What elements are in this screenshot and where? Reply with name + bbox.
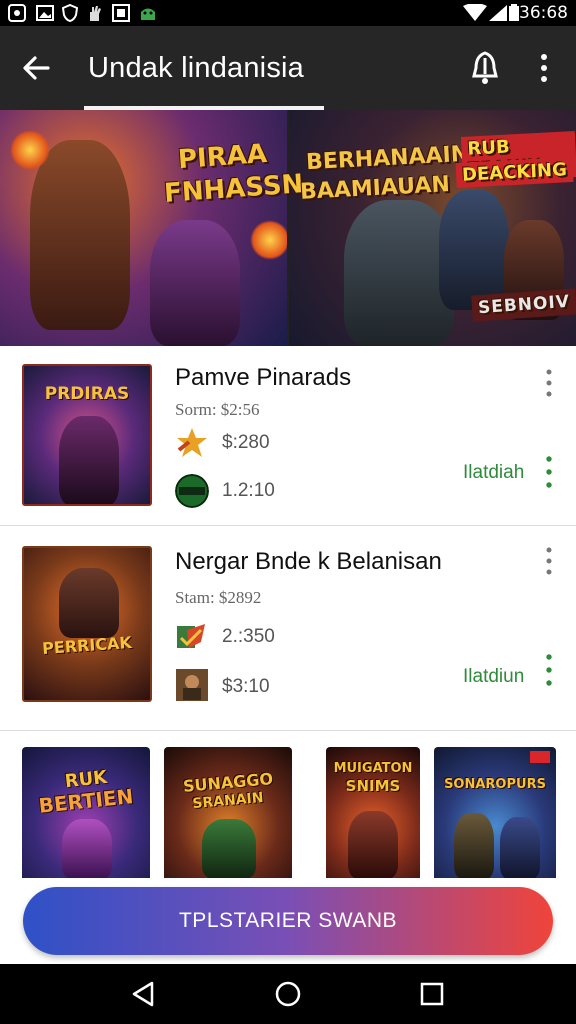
hero-figure [62,819,112,878]
photo-icon [112,4,130,22]
fire-effect [10,130,50,170]
image-icon [36,5,54,21]
hero-figure [500,817,540,878]
game-card[interactable]: RUK BERTIEN [22,747,150,878]
publisher-logo-icon [175,474,209,508]
game-subtitle: Stam: $2892 [175,588,262,607]
game-card[interactable]: MUIGATON SNIMS [326,747,420,878]
system-nav-bar [0,964,576,1024]
hero-figure [59,416,119,504]
bell-icon[interactable] [468,50,502,86]
game-title[interactable]: Nergar Bnde k Belanisan [175,548,442,576]
thumbnail-title: PERRICAK [41,632,133,659]
hero-figure [439,190,509,310]
card-title: SNIMS [345,777,401,795]
card-title: SONAROPURS [444,777,546,792]
game-price: $:280 [222,432,270,453]
cta-container: TPLSTARIER SWANB [0,878,576,964]
primary-action-label: TPLSTARIER SWANB [178,909,398,932]
overflow-menu-icon[interactable] [542,368,556,398]
overflow-menu-icon[interactable] [542,546,556,576]
badge-icon [530,751,550,763]
star-burst-icon [177,428,207,457]
page-title: Undak lindanisia [88,52,304,84]
list-item[interactable]: PERRICAK Nergar Bnde k Belanisan Stam: $… [0,526,576,731]
hero-figure [59,568,119,638]
game-card-carousel[interactable]: RUK BERTIEN SUNAGGO SRANAIN MUIGATON SNI… [0,733,576,878]
publisher-logo-icon [176,669,208,701]
hero-figure [454,813,494,878]
game-thumbnail[interactable]: PRDIRAS [22,364,152,506]
install-button[interactable]: Ilatdiun [463,666,524,688]
back-triangle-icon[interactable] [128,978,160,1010]
game-card[interactable]: SUNAGGO SRANAIN [164,747,292,878]
card-title: MUIGATON [333,761,413,776]
list-item[interactable]: PRDIRAS Pamve Pinarads Sorm: $2:56 $:280… [0,346,576,526]
install-button[interactable]: Ilatdiah [463,462,524,484]
app-bar: Undak lindanisia [0,26,576,110]
game-price: 2.:350 [222,626,275,647]
home-circle-icon[interactable] [272,978,304,1010]
game-card[interactable]: SONAROPURS [434,747,556,878]
android-icon [141,8,155,20]
hand-icon [90,6,101,21]
fire-effect [250,220,290,260]
overflow-menu-icon[interactable] [542,652,556,688]
game-thumbnail[interactable]: PERRICAK [22,546,152,702]
shield-icon [62,4,78,22]
game-subtitle: Sorm: $2:56 [175,400,260,419]
wifi-icon [463,4,487,21]
featured-banner[interactable]: PIRAA FNHASSN BERHANAAIN BAAMIAUAN RUB T… [0,110,576,346]
game-title[interactable]: Pamve Pinarads [175,364,351,392]
hero-figure [348,811,398,878]
overflow-menu-icon[interactable] [534,52,554,84]
banner-title-left: PIRAA [177,138,268,176]
thumbnail-title: PRDIRAS [44,384,130,404]
status-bar: 36:68 [0,0,576,26]
game-size: $3:10 [222,676,270,697]
primary-action-button[interactable]: TPLSTARIER SWANB [23,887,553,955]
warrior-figure [150,220,240,346]
back-arrow-icon[interactable] [18,50,54,86]
warrior-figure [30,140,130,330]
clock: 36:68 [519,3,568,23]
notification-icon [8,4,26,22]
game-size: 1.2:10 [222,480,275,501]
hero-figure [202,819,256,878]
rating-badge-icon [177,624,205,648]
overflow-menu-icon[interactable] [542,454,556,490]
armored-figure [344,200,454,346]
signal-icon [489,5,507,21]
recents-square-icon[interactable] [416,978,448,1010]
